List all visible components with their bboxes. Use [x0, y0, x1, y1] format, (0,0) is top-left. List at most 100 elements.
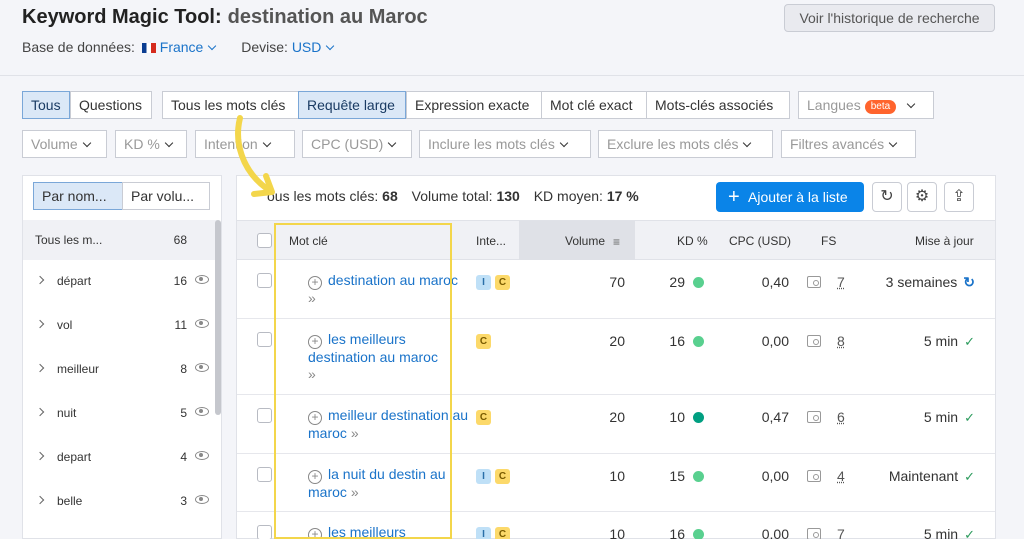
kd-dot [693, 277, 704, 288]
row-checkbox[interactable] [257, 525, 272, 539]
sidebar-scrollbar[interactable] [215, 220, 221, 415]
annotation-arrow-icon [235, 115, 275, 197]
database-select[interactable]: France [160, 39, 217, 55]
sort-by-name-tab[interactable]: Par nom... [33, 182, 123, 210]
serp-icon[interactable] [807, 276, 821, 288]
row-checkbox[interactable] [257, 273, 272, 288]
volume-filter[interactable]: Volume [22, 130, 107, 158]
sidebar-item[interactable]: vol 11 [23, 304, 217, 348]
sidebar-item-count: 4 [180, 450, 187, 464]
refresh-icon[interactable]: ↻ [872, 182, 902, 212]
languages-dropdown[interactable]: Langues beta [798, 91, 934, 119]
keyword-link[interactable]: + destination au maroc » [308, 272, 458, 307]
select-all-checkbox[interactable] [257, 233, 272, 248]
keyword-link[interactable]: + les meilleurs [308, 524, 406, 539]
kd-value: 15 [669, 468, 685, 484]
eye-icon[interactable] [195, 407, 209, 416]
eye-icon[interactable] [195, 495, 209, 504]
updated-cell: Maintenant ✓ [889, 468, 975, 485]
serp-icon[interactable] [807, 470, 821, 482]
currency-select[interactable]: USD [292, 39, 335, 55]
add-keyword-icon[interactable]: + [308, 411, 322, 425]
sort-icon[interactable]: ≡ [613, 235, 620, 249]
sidebar-item-label: belle [57, 494, 83, 508]
eye-icon[interactable] [195, 275, 209, 284]
column-volume[interactable]: Volume [565, 234, 605, 248]
export-icon[interactable]: ⇪ [944, 182, 974, 212]
advanced-filters[interactable]: Filtres avancés [781, 130, 916, 158]
table-row[interactable]: + la nuit du destin au maroc» I C 10 15 0,… [237, 454, 995, 512]
eye-icon[interactable] [195, 319, 209, 328]
fs-value[interactable]: 7 [837, 526, 845, 539]
include-filter[interactable]: Inclure les mots clés [419, 130, 591, 158]
sidebar-item[interactable]: nuit 5 [23, 392, 217, 436]
chevron-right-icon [35, 319, 45, 329]
filter-all[interactable]: Tous [22, 91, 70, 119]
sidebar-item[interactable]: meilleur 8 [23, 348, 217, 392]
table-row[interactable]: + les meilleurs destination au maroc» C 20… [237, 319, 995, 395]
keyword-link[interactable]: + les meilleurs destination au maroc» [308, 331, 438, 383]
gear-icon[interactable]: ⚙ [907, 182, 937, 212]
updated-cell: 5 min ✓ [924, 526, 975, 539]
sidebar-item[interactable]: belle 3 [23, 480, 217, 524]
sidebar-item[interactable]: départ 16 [23, 260, 217, 304]
updated-value: 3 semaines [885, 274, 958, 290]
column-cpc[interactable]: CPC (USD) [729, 234, 791, 248]
column-updated[interactable]: Mise à jour [915, 234, 974, 248]
fs-value[interactable]: 7 [837, 274, 845, 290]
double-chevron-icon[interactable]: » [308, 366, 316, 382]
keyword-text: destination au maroc [328, 272, 458, 288]
add-keyword-icon[interactable]: + [308, 470, 322, 484]
sidebar-item-count: 3 [180, 494, 187, 508]
fs-value[interactable]: 8 [837, 333, 845, 349]
history-button[interactable]: Voir l'historique de recherche [784, 4, 995, 32]
double-chevron-icon[interactable]: » [351, 484, 359, 500]
eye-icon[interactable] [195, 363, 209, 372]
fs-value[interactable]: 6 [837, 409, 845, 425]
serp-icon[interactable] [807, 528, 821, 539]
double-chevron-icon[interactable]: » [351, 425, 359, 441]
cpc-filter[interactable]: CPC (USD) [302, 130, 412, 158]
serp-icon[interactable] [807, 335, 821, 347]
column-keyword[interactable]: Mot clé [289, 234, 328, 248]
add-to-list-button[interactable]: Ajouter à la liste [716, 182, 864, 212]
sidebar-all-row[interactable]: Tous les m... 68 [23, 220, 217, 260]
refresh-icon[interactable]: ↻ [963, 274, 975, 290]
double-chevron-icon[interactable]: » [308, 290, 316, 306]
row-checkbox[interactable] [257, 332, 272, 347]
chevron-down-icon [559, 138, 569, 148]
add-keyword-icon[interactable]: + [308, 528, 322, 539]
filter-questions[interactable]: Questions [70, 91, 152, 119]
sort-by-volume-tab[interactable]: Par volu... [122, 182, 210, 210]
add-keyword-icon[interactable]: + [308, 335, 322, 349]
table-row[interactable]: + destination au maroc» I C 70 29 0,40 7 … [237, 260, 995, 319]
sidebar-item-label: depart [57, 450, 92, 464]
column-intent[interactable]: Inte... [476, 234, 506, 248]
page-header: Keyword Magic Tool: destination au Maroc … [0, 0, 1024, 76]
filter-related[interactable]: Mots-clés associés [646, 91, 790, 119]
volume-value: 10 [609, 468, 625, 484]
column-fs[interactable]: FS [821, 234, 836, 248]
fs-value[interactable]: 4 [837, 468, 845, 484]
kd-value: 10 [669, 409, 685, 425]
add-keyword-icon[interactable]: + [308, 276, 322, 290]
table-row[interactable]: + les meilleurs I C 10 16 0,00 7 5 min ✓ [237, 512, 995, 539]
table-row[interactable]: + meilleur destination au maroc» C 20 10 0… [237, 395, 995, 454]
filter-broad-match[interactable]: Requête large [298, 91, 406, 119]
eye-icon[interactable] [195, 451, 209, 460]
row-checkbox[interactable] [257, 408, 272, 423]
filter-exact-match[interactable]: Mot clé exact [541, 91, 647, 119]
intent-badge: I [476, 527, 491, 539]
chevron-right-icon [35, 275, 45, 285]
keyword-link[interactable]: + meilleur destination au maroc» [308, 407, 468, 442]
exclude-filter[interactable]: Exclure les mots clés [598, 130, 773, 158]
serp-icon[interactable] [807, 411, 821, 423]
sidebar-all-count: 68 [173, 233, 187, 247]
sidebar-item[interactable]: depart 4 [23, 436, 217, 480]
row-checkbox[interactable] [257, 467, 272, 482]
filter-phrase-match[interactable]: Expression exacte [406, 91, 542, 119]
column-kd[interactable]: KD % [677, 234, 708, 248]
keyword-link[interactable]: + la nuit du destin au maroc» [308, 466, 446, 501]
kd-filter[interactable]: KD % [115, 130, 187, 158]
intent-badge: C [476, 410, 491, 425]
